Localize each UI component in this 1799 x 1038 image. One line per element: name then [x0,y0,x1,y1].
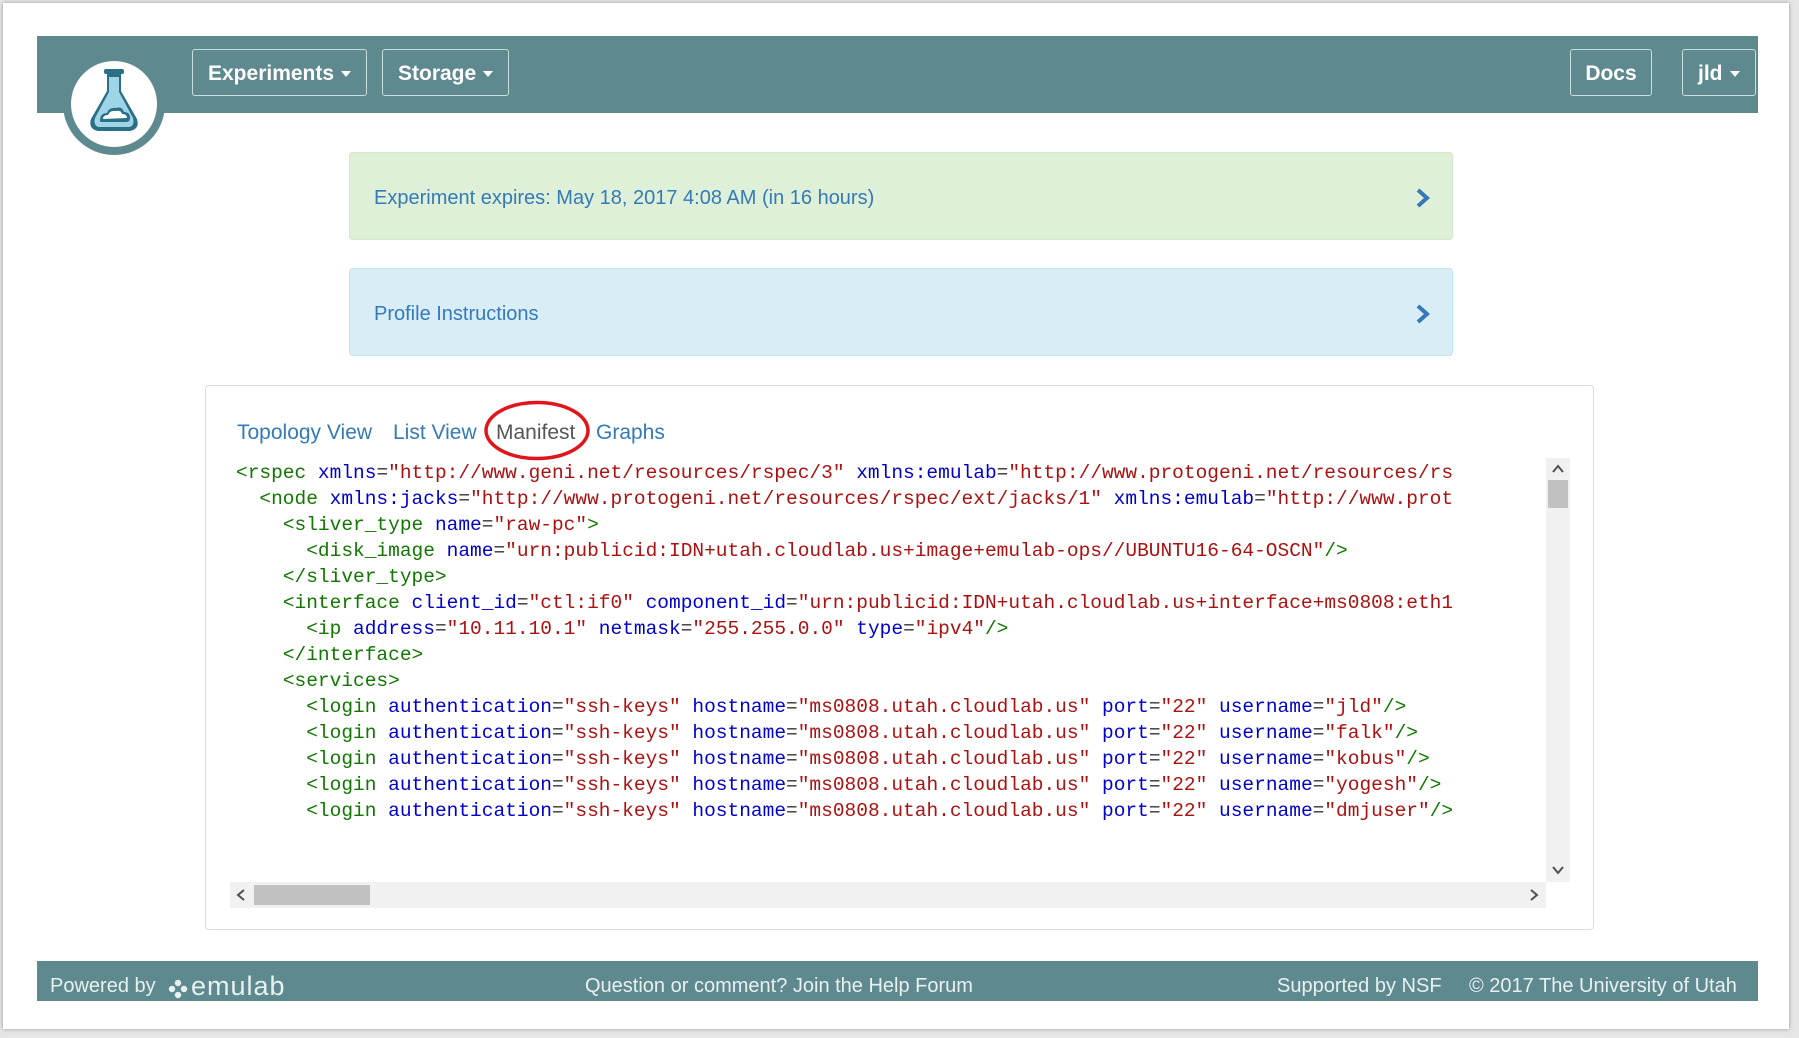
caret-down-icon [341,71,352,78]
hostname-value: "ms0808.utah.cloudlab.us" [797,722,1091,744]
component-id-value: "urn:publicid:IDN+utah.cloudlab.us+inter… [797,592,1454,614]
rspec-emulab-value: "http://www.protogeni.net/resources/rs [1008,462,1454,484]
experiments-menu-button[interactable]: Experiments [192,49,368,96]
scroll-up-icon[interactable] [1550,461,1566,477]
page-footer: Powered by emulab Question or comment? J… [37,961,1758,1001]
browser-page: Experiments Storage Docs jld Experiment … [3,3,1789,1029]
tab-list-view[interactable]: List View [393,421,477,445]
cloudlab-logo[interactable] [63,53,165,155]
vertical-scrollbar[interactable] [1546,458,1570,882]
code-line: <login authentication="ssh-keys" hostnam… [306,800,1454,822]
caret-down-icon [1729,71,1740,78]
chevron-right-icon [1416,304,1431,324]
vertical-scroll-thumb[interactable] [1548,480,1568,508]
logo-inner [71,61,157,147]
tab-graphs[interactable]: Graphs [596,421,665,445]
highlight-oval-annotation [484,400,590,461]
experiments-menu-label: Experiments [208,62,335,85]
powered-by-text: Powered by [50,975,156,997]
emulab-flower-icon [168,979,188,999]
user-menu-label: jld [1698,62,1723,85]
scroll-down-icon[interactable] [1550,862,1566,878]
auth-value: "ssh-keys" [563,696,681,718]
docs-button[interactable]: Docs [1570,49,1652,96]
copyright-text: © 2017 The University of Utah [1469,975,1737,997]
storage-menu-button[interactable]: Storage [382,49,510,96]
hostname-value: "ms0808.utah.cloudlab.us" [797,696,1091,718]
ip-type-value: "ipv4" [914,618,985,640]
docs-label: Docs [1585,62,1637,85]
client-id-value: "ctl:if0" [528,592,634,614]
username-value: "falk" [1324,722,1395,744]
help-forum-link[interactable]: Question or comment? Join the Help Forum [585,975,973,998]
auth-value: "ssh-keys" [563,800,681,822]
caret-down-icon [483,71,494,78]
tab-topology-view[interactable]: Topology View [237,421,372,445]
sliver-name-value: "raw-pc" [493,514,588,536]
chevron-right-icon [1416,188,1431,208]
hostname-value: "ms0808.utah.cloudlab.us" [797,800,1091,822]
expiry-text: Experiment expires: May 18, 2017 4:08 AM… [374,187,875,209]
rspec-xmlns-value: "http://www.geni.net/resources/rspec/3" [388,462,845,484]
port-value: "22" [1160,774,1208,796]
port-value: "22" [1160,722,1208,744]
profile-instructions-text: Profile Instructions [374,303,539,325]
username-value: "jld" [1324,696,1383,718]
horizontal-scroll-thumb[interactable] [254,885,370,905]
disk-image-value: "urn:publicid:IDN+utah.cloudlab.us+image… [505,540,1325,562]
top-navbar: Experiments Storage Docs jld [37,36,1758,113]
username-value: "dmjuser" [1324,800,1430,822]
manifest-code-viewer[interactable]: <rspec xmlns="http://www.geni.net/resour… [230,458,1546,860]
auth-value: "ssh-keys" [563,774,681,796]
experiment-expiry-panel[interactable]: Experiment expires: May 18, 2017 4:08 AM… [349,152,1453,240]
auth-value: "ssh-keys" [563,722,681,744]
profile-instructions-panel[interactable]: Profile Instructions [349,268,1453,356]
emulab-brand-link[interactable]: emulab [191,971,286,1002]
scroll-left-icon[interactable] [233,887,249,903]
ip-address-value: "10.11.10.1" [446,618,588,640]
hostname-value: "ms0808.utah.cloudlab.us" [797,748,1091,770]
hostname-value: "ms0808.utah.cloudlab.us" [797,774,1091,796]
node-emulab-value: "http://www.prot [1265,488,1454,510]
port-value: "22" [1160,696,1208,718]
auth-value: "ssh-keys" [563,748,681,770]
horizontal-scrollbar[interactable] [230,882,1546,908]
scroll-right-icon[interactable] [1526,887,1542,903]
port-value: "22" [1160,748,1208,770]
netmask-value: "255.255.0.0" [692,618,845,640]
username-value: "yogesh" [1324,774,1418,796]
node-jacks-value: "http://www.protogeni.net/resources/rspe… [470,488,1102,510]
flask-icon [90,69,138,131]
nsf-link[interactable]: Supported by NSF [1277,975,1442,998]
experiment-view-card: Topology View List View Manifest Graphs … [205,385,1594,930]
storage-menu-label: Storage [398,62,477,85]
user-menu-button[interactable]: jld [1682,49,1756,96]
port-value: "22" [1160,800,1208,822]
username-value: "kobus" [1324,748,1407,770]
